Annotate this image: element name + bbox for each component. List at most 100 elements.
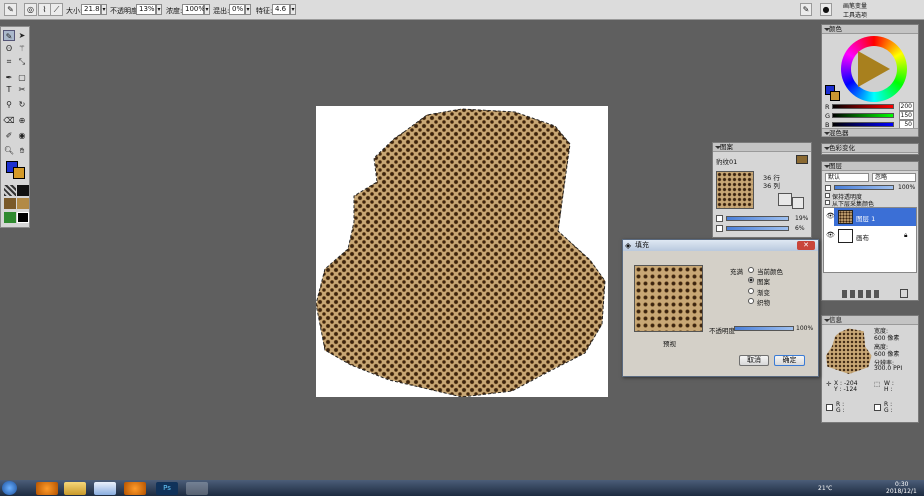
opacity-stepper[interactable]: ▾ [156, 4, 162, 15]
composite-select[interactable]: 忽略 [872, 173, 916, 182]
pattern-offset-slider[interactable] [726, 226, 789, 231]
size-field[interactable]: 21.8 [81, 4, 101, 15]
pattern-thumb-small[interactable] [796, 155, 808, 164]
straight-line-icon[interactable]: ⟋ [50, 3, 63, 16]
layers-panel-header[interactable]: 图层 [822, 162, 918, 171]
r-slider[interactable] [832, 104, 894, 109]
pattern-tile-icon[interactable] [778, 193, 792, 206]
mix-field[interactable]: 0% [229, 4, 245, 15]
gradient-selector-icon[interactable] [17, 185, 29, 196]
brush-variant[interactable]: 工具选项 [843, 10, 867, 19]
layer-row-1[interactable]: 图层 1 [834, 208, 916, 226]
weave-selector-icon[interactable] [17, 212, 29, 223]
b-slider[interactable] [832, 122, 894, 127]
opacity-field[interactable]: 13% [136, 4, 156, 15]
rotate-icon[interactable]: ↻ [16, 99, 28, 110]
saturation-value-triangle[interactable] [858, 51, 890, 87]
radio-weave-label: 织物 [757, 299, 770, 307]
radio-pattern[interactable] [748, 277, 754, 283]
look-selector-icon[interactable] [4, 212, 16, 223]
pattern-selector-icon[interactable] [4, 198, 16, 209]
eraser-icon[interactable]: ⌫ [3, 115, 15, 126]
lock-icon[interactable]: 🔒︎ [904, 231, 907, 240]
feature-stepper[interactable]: ▾ [290, 4, 296, 15]
dropper-icon[interactable]: ⚲ [3, 99, 15, 110]
dialog-opacity-slider[interactable] [734, 326, 794, 331]
magic-wand-icon[interactable]: ⚚ [16, 43, 28, 54]
r-value[interactable]: 200 [899, 102, 914, 111]
pattern-offset-icon[interactable] [792, 197, 804, 209]
clone-icon[interactable]: ⊕ [16, 115, 28, 126]
painter-app-icon[interactable] [186, 482, 208, 495]
pick-underlying-checkbox[interactable] [825, 200, 830, 205]
trash-icon[interactable] [900, 289, 908, 298]
hue-ring[interactable] [841, 36, 907, 102]
text-icon[interactable]: T [3, 84, 15, 95]
secondary-color-swatch[interactable] [13, 167, 25, 179]
browser-icon[interactable] [36, 482, 58, 495]
pattern-panel-header[interactable]: 图案 [713, 143, 811, 152]
transform-icon[interactable]: ⤡ [16, 56, 28, 67]
cancel-button[interactable]: 取消 [739, 355, 769, 366]
pattern-offset-slider-icon [716, 225, 723, 232]
g-value[interactable]: 150 [899, 111, 914, 120]
mixer-header[interactable]: 混色器 [822, 128, 918, 137]
layer-row-canvas[interactable]: 画布 🔒︎ [834, 227, 916, 245]
color-readout-g: G : [836, 407, 845, 414]
radio-gradient[interactable] [748, 288, 754, 294]
secondary-swatch[interactable] [830, 91, 840, 101]
density-field[interactable]: 100% [182, 4, 205, 15]
magnifier-icon[interactable]: 🔍︎ [3, 145, 15, 156]
radio-current-color[interactable] [748, 267, 754, 273]
layer-commands-icon[interactable] [842, 290, 882, 298]
blend-mode-select[interactable]: 默认 [825, 173, 869, 182]
dab-icon[interactable]: ● [820, 3, 832, 16]
nozzle-selector-icon[interactable] [17, 198, 29, 209]
pattern-scale-slider[interactable] [726, 216, 789, 221]
photoshop-icon[interactable]: Ps [156, 482, 178, 495]
width-value: 600 像素 [874, 335, 900, 342]
pattern-scale-icon [716, 215, 723, 222]
brush-mode-icon[interactable]: ◎ [24, 3, 37, 16]
layer-adjuster-icon[interactable]: ➤ [16, 30, 28, 41]
eyedropper-icon[interactable]: ✐ [3, 130, 15, 141]
color-panel-header[interactable]: 颜色 [822, 25, 918, 34]
brush-tool-icon[interactable]: ✎ [4, 3, 17, 16]
color-variation-header[interactable]: 色彩变化 [822, 144, 918, 153]
brush-selector-icon[interactable]: ✎ [800, 3, 812, 16]
paint-bucket-icon[interactable]: ◉ [16, 130, 28, 141]
brush-category[interactable]: 画笔变量 [843, 1, 867, 10]
rectangle-icon[interactable]: ▢ [16, 72, 28, 83]
crop-icon[interactable]: ⌗ [3, 56, 15, 67]
close-button[interactable]: ✕ [797, 241, 815, 250]
pen-icon[interactable]: ✒ [3, 72, 15, 83]
paper-selector-icon[interactable] [4, 185, 16, 196]
navigator-thumbnail[interactable] [826, 328, 872, 374]
start-button-icon[interactable] [2, 481, 17, 495]
document-canvas[interactable] [316, 106, 608, 397]
feature-field[interactable]: 4.6 [272, 4, 290, 15]
hand-icon[interactable]: ✋︎ [16, 145, 28, 156]
mix-stepper[interactable]: ▾ [245, 4, 251, 15]
layer-opacity-value: 100% [898, 184, 916, 191]
preserve-transparency-checkbox[interactable] [825, 193, 830, 198]
folder-icon[interactable] [64, 482, 86, 495]
browser-2-icon[interactable] [124, 482, 146, 495]
pattern-preview[interactable] [716, 171, 754, 209]
g-slider[interactable] [832, 113, 894, 118]
density-stepper[interactable]: ▾ [204, 4, 210, 15]
brush-tool-icon[interactable]: ✎ [3, 30, 15, 41]
eye-icon[interactable]: 👁︎ [826, 231, 835, 239]
eye-icon[interactable]: 👁︎ [826, 212, 835, 220]
scissors-icon[interactable]: ✂ [16, 84, 28, 95]
info-panel-header[interactable]: 信息 [822, 316, 918, 325]
ok-button[interactable]: 确定 [774, 355, 805, 366]
document-icon[interactable] [94, 482, 116, 495]
pattern-name[interactable]: 豹纹01 [716, 156, 737, 166]
selection-marquee [316, 108, 606, 397]
radio-weave[interactable] [748, 298, 754, 304]
lasso-icon[interactable]: ʘ [3, 43, 15, 54]
size-label: 大小: [66, 7, 83, 15]
layer-opacity-slider[interactable] [834, 185, 894, 190]
size-stepper[interactable]: ▾ [101, 4, 107, 15]
